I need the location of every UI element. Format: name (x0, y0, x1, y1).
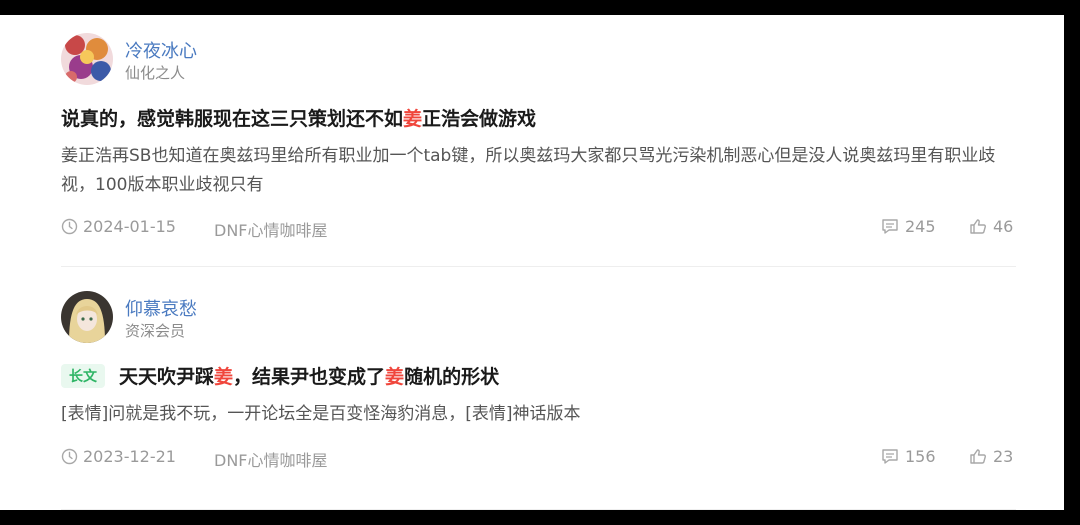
comment-icon (881, 218, 899, 235)
post-title-highlight: 姜 (403, 108, 423, 130)
post-meta: 2024-01-15 DNF心情咖啡屋 245 46 (61, 217, 1016, 241)
comment-count[interactable]: 245 (881, 217, 936, 236)
post-title-text: 随机的形状 (404, 366, 500, 388)
post-date-text: 2023-12-21 (83, 447, 176, 466)
thumbs-up-icon (969, 448, 987, 465)
post-title-text: 说真的，感觉韩服现在这三只策划还不如 (61, 108, 404, 130)
comment-icon (881, 448, 899, 465)
username[interactable]: 冷夜冰心 (125, 37, 197, 63)
avatar[interactable] (61, 291, 113, 343)
post-meta: 2023-12-21 DNF心情咖啡屋 156 23 (61, 447, 1016, 471)
comment-count-text: 156 (905, 447, 936, 466)
user-title: 仙化之人 (125, 64, 186, 82)
post-date: 2023-12-21 (61, 447, 176, 466)
like-button[interactable]: 23 (969, 447, 1013, 466)
thumbs-up-icon (969, 218, 987, 235)
like-button[interactable]: 46 (969, 217, 1013, 236)
clock-icon (61, 218, 78, 235)
comment-count-text: 245 (905, 217, 936, 236)
post-title[interactable]: 说真的，感觉韩服现在这三只策划还不如姜正浩会做游戏 (61, 104, 536, 131)
post-title[interactable]: 长文 天天吹尹踩姜，结果尹也变成了姜随机的形状 (61, 362, 499, 389)
avatar[interactable] (61, 33, 113, 85)
clock-icon (61, 448, 78, 465)
post-title-text: ，结果尹也变成了 (233, 366, 386, 388)
post-title-highlight: 姜 (385, 366, 405, 388)
post-date-text: 2024-01-15 (83, 217, 176, 236)
like-count-text: 23 (993, 447, 1014, 466)
user-title: 资深会员 (125, 322, 186, 340)
like-count-text: 46 (993, 217, 1014, 236)
forum-link[interactable]: DNF心情咖啡屋 (214, 217, 328, 241)
post-excerpt[interactable]: 姜正浩再SB也知道在奥兹玛里给所有职业加一个tab键，所以奥兹玛大家都只骂光污染… (61, 142, 1011, 200)
post-title-text: 正浩会做游戏 (422, 108, 537, 130)
post-date: 2024-01-15 (61, 217, 176, 236)
long-post-tag: 长文 (61, 364, 105, 388)
post-excerpt[interactable]: [表情]问就是我不玩，一开论坛全是百变怪海豹消息，[表情]神话版本 (61, 400, 1011, 429)
post-title-text: 天天吹尹踩 (119, 366, 215, 388)
comment-count[interactable]: 156 (881, 447, 936, 466)
post-title-highlight: 姜 (214, 366, 234, 388)
divider (61, 509, 1016, 510)
post-card[interactable]: 冷夜冰心 仙化之人 说真的，感觉韩服现在这三只策划还不如姜正浩会做游戏 姜正浩再… (61, 15, 1016, 267)
post-card[interactable]: 仰慕哀愁 资深会员 长文 天天吹尹踩姜，结果尹也变成了姜随机的形状 [表情]问就是… (61, 266, 1016, 510)
screen: 冷夜冰心 仙化之人 说真的，感觉韩服现在这三只策划还不如姜正浩会做游戏 姜正浩再… (0, 15, 1064, 510)
forum-link[interactable]: DNF心情咖啡屋 (214, 447, 328, 471)
username[interactable]: 仰慕哀愁 (125, 295, 197, 321)
